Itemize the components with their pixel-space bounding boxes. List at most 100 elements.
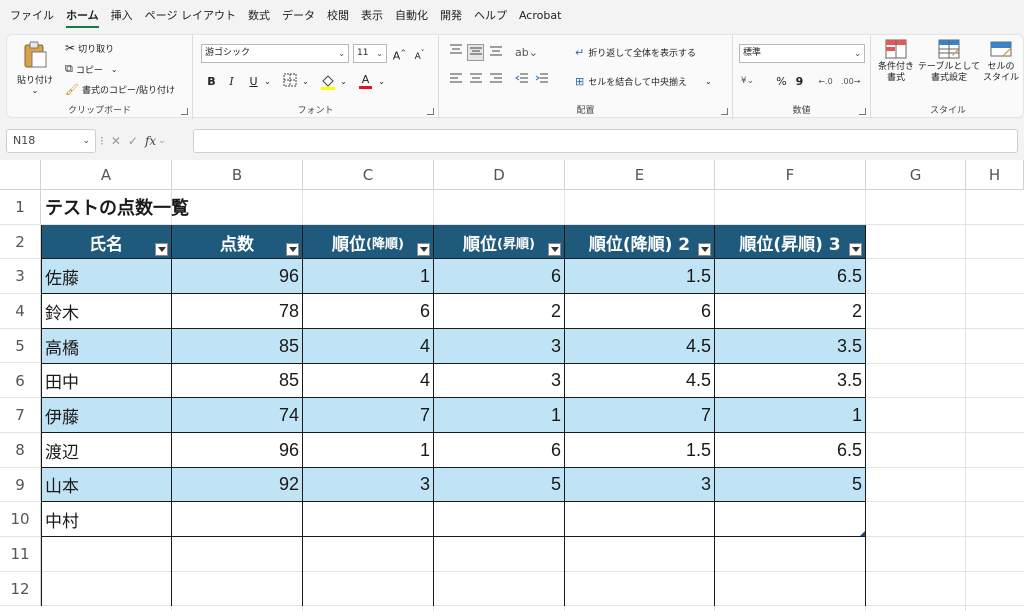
cell-name[interactable]: 山本 bbox=[41, 468, 172, 503]
clipboard-launcher-icon[interactable] bbox=[181, 108, 188, 115]
filter-dropdown-icon[interactable] bbox=[286, 243, 299, 257]
cell-name[interactable]: 中村 bbox=[41, 502, 172, 537]
align-right-button[interactable] bbox=[487, 73, 504, 90]
filter-dropdown-icon[interactable] bbox=[417, 243, 430, 257]
grow-font-button[interactable]: A^ bbox=[391, 45, 408, 63]
column-header-d[interactable]: D bbox=[434, 160, 565, 190]
column-header-b[interactable]: B bbox=[172, 160, 303, 190]
cell-score[interactable]: 85 bbox=[172, 329, 303, 364]
increase-decimal-button[interactable]: ←.0 bbox=[817, 73, 834, 90]
cell-rank-desc2[interactable]: 6 bbox=[565, 294, 715, 329]
cell-rank-desc2[interactable]: 4.5 bbox=[565, 364, 715, 399]
column-header-c[interactable]: C bbox=[303, 160, 434, 190]
sheet-title[interactable]: テストの点数一覧 bbox=[41, 190, 341, 225]
cell-rank-desc2[interactable]: 4.5 bbox=[565, 329, 715, 364]
table-header-rank-asc[interactable]: 順位 (昇順) bbox=[434, 224, 565, 260]
filter-dropdown-icon[interactable] bbox=[155, 243, 168, 257]
cell-rank-asc[interactable]: 6 bbox=[434, 433, 565, 468]
cell-rank-desc[interactable]: 4 bbox=[303, 329, 434, 364]
cell-score[interactable]: 85 bbox=[172, 364, 303, 399]
number-format-select[interactable]: 標準 ⌄ bbox=[739, 44, 865, 63]
align-bottom-button[interactable] bbox=[487, 44, 504, 61]
table-header-rank-desc[interactable]: 順位 (降順) bbox=[303, 224, 434, 260]
cut-button[interactable]: ✂ 切り取り bbox=[65, 41, 114, 55]
cell-rank-desc[interactable]: 4 bbox=[303, 364, 434, 399]
cell-rank-desc[interactable]: 3 bbox=[303, 468, 434, 503]
filter-dropdown-icon[interactable] bbox=[548, 243, 561, 257]
cell-rank-asc3[interactable] bbox=[715, 502, 866, 537]
menu-developer[interactable]: 開発 bbox=[434, 0, 468, 32]
cell-score[interactable] bbox=[172, 502, 303, 537]
cell-rank-desc2[interactable]: 1.5 bbox=[565, 433, 715, 468]
cell-rank-asc[interactable]: 2 bbox=[434, 294, 565, 329]
column-header-g[interactable]: G bbox=[866, 160, 966, 190]
cell-rank-asc3[interactable]: 3.5 bbox=[715, 329, 866, 364]
menu-help[interactable]: ヘルプ bbox=[468, 0, 513, 32]
more-options-icon[interactable]: ⁝ bbox=[100, 134, 104, 148]
underline-dropdown[interactable]: ⌄ bbox=[259, 73, 276, 90]
column-header-e[interactable]: E bbox=[565, 160, 715, 190]
worksheet-grid[interactable]: A B C D E F G H 1 2 3 4 5 6 7 8 9 10 11 12 テストの点数一覧 氏名 点数 順位 (降順… bbox=[0, 160, 1024, 611]
menu-view[interactable]: 表示 bbox=[355, 0, 389, 32]
select-all-corner[interactable] bbox=[0, 160, 41, 190]
decrease-decimal-button[interactable]: .00→ bbox=[841, 73, 860, 90]
fill-color-dropdown[interactable]: ⌄ bbox=[335, 73, 352, 90]
row-header-12[interactable]: 12 bbox=[0, 571, 41, 607]
cell-rank-asc[interactable] bbox=[434, 502, 565, 537]
menu-review[interactable]: 校閲 bbox=[321, 0, 355, 32]
format-as-table-button[interactable]: テーブルとして 書式設定 bbox=[918, 39, 980, 84]
align-middle-button[interactable] bbox=[467, 44, 484, 61]
cell-rank-asc[interactable]: 3 bbox=[434, 364, 565, 399]
menu-home[interactable]: ホーム bbox=[60, 0, 105, 32]
cell-name[interactable]: 高橋 bbox=[41, 329, 172, 364]
orientation-button[interactable]: ab⌄ bbox=[515, 44, 538, 61]
cell-score[interactable]: 96 bbox=[172, 259, 303, 294]
percent-button[interactable]: % bbox=[773, 73, 790, 90]
cell-rank-desc2[interactable]: 7 bbox=[565, 398, 715, 433]
font-family-select[interactable]: 游ゴシック ⌄ bbox=[201, 44, 349, 63]
column-header-a[interactable]: A bbox=[41, 160, 172, 190]
cell-name[interactable]: 伊藤 bbox=[41, 398, 172, 433]
cell-score[interactable]: 78 bbox=[172, 294, 303, 329]
menu-page-layout[interactable]: ページ レイアウト bbox=[139, 0, 242, 32]
row-header-8[interactable]: 8 bbox=[0, 432, 41, 468]
shrink-font-button[interactable]: A˅ bbox=[411, 45, 428, 62]
conditional-format-button[interactable]: 条件付き 書式 bbox=[875, 39, 917, 84]
row-header-5[interactable]: 5 bbox=[0, 328, 41, 364]
paste-button[interactable]: 貼り付け ⌄ bbox=[15, 41, 55, 101]
cell-rank-desc[interactable]: 6 bbox=[303, 294, 434, 329]
formula-input[interactable] bbox=[193, 129, 1018, 153]
cell-name[interactable]: 田中 bbox=[41, 364, 172, 399]
cell-rank-asc3[interactable]: 6.5 bbox=[715, 259, 866, 294]
border-button[interactable] bbox=[281, 73, 298, 90]
row-header-10[interactable]: 10 bbox=[0, 502, 41, 537]
fill-color-button[interactable] bbox=[319, 73, 336, 90]
cell-rank-desc[interactable]: 1 bbox=[303, 433, 434, 468]
align-left-button[interactable] bbox=[447, 73, 464, 90]
cell-name[interactable]: 佐藤 bbox=[41, 259, 172, 294]
decrease-indent-button[interactable] bbox=[513, 73, 530, 90]
menu-formulas[interactable]: 数式 bbox=[242, 0, 276, 32]
cancel-icon[interactable]: ✕ bbox=[111, 134, 121, 148]
column-header-h[interactable]: H bbox=[966, 160, 1024, 190]
cell-styles-button[interactable]: セルの スタイル bbox=[981, 39, 1021, 84]
menu-insert[interactable]: 挿入 bbox=[105, 0, 139, 32]
table-header-name[interactable]: 氏名 bbox=[41, 224, 172, 260]
cell-rank-asc[interactable]: 5 bbox=[434, 468, 565, 503]
cell-rank-desc[interactable]: 1 bbox=[303, 259, 434, 294]
cell-rank-asc3[interactable]: 1 bbox=[715, 398, 866, 433]
column-header-f[interactable]: F bbox=[715, 160, 866, 190]
menu-acrobat[interactable]: Acrobat bbox=[513, 0, 567, 32]
increase-indent-button[interactable] bbox=[533, 73, 550, 90]
filter-dropdown-icon[interactable] bbox=[698, 243, 711, 257]
align-center-button[interactable] bbox=[467, 73, 484, 90]
number-launcher-icon[interactable] bbox=[859, 108, 866, 115]
insert-function-button[interactable]: fx bbox=[145, 134, 156, 148]
comma-button[interactable]: 9 bbox=[791, 73, 808, 90]
font-color-dropdown[interactable]: ⌄ bbox=[373, 73, 390, 90]
copy-button[interactable]: ⧉ コピー ⌄ bbox=[65, 62, 118, 76]
format-painter-button[interactable]: 🖌 書式のコピー/貼り付け bbox=[65, 83, 175, 96]
border-dropdown[interactable]: ⌄ bbox=[297, 73, 314, 90]
bold-button[interactable]: B bbox=[203, 73, 220, 90]
cell-rank-asc3[interactable]: 5 bbox=[715, 468, 866, 503]
